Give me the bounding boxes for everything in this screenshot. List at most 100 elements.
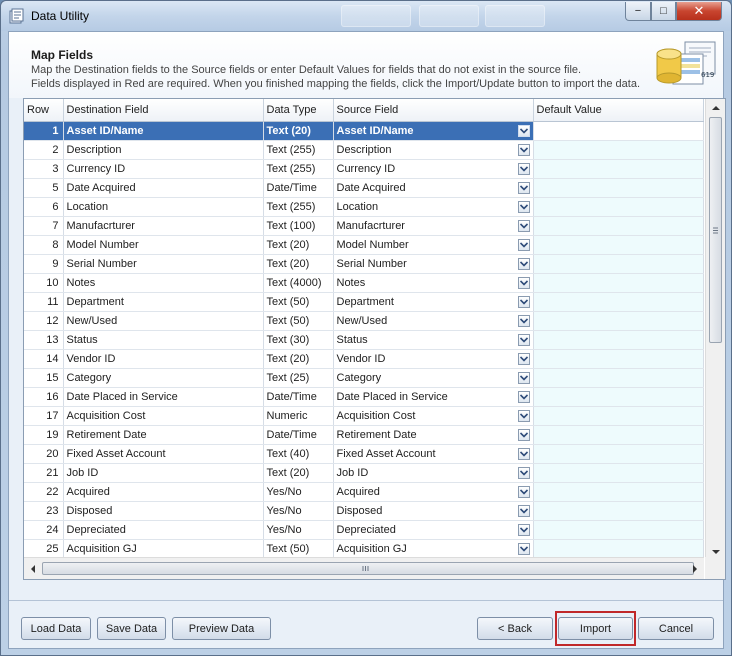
title-bar[interactable]: Data Utility − □ ✕ <box>1 1 731 31</box>
chevron-down-icon[interactable] <box>517 181 530 194</box>
close-button[interactable]: ✕ <box>676 2 722 21</box>
default-value-input[interactable] <box>533 311 704 331</box>
source-field-select[interactable]: Acquisition Cost <box>333 406 534 426</box>
table-row[interactable]: 25 Acquisition GJ Text (50) Acquisition GJ <box>24 539 704 559</box>
chevron-down-icon[interactable] <box>517 143 530 156</box>
default-value-input[interactable] <box>533 254 704 274</box>
default-value-input[interactable] <box>533 539 704 559</box>
chevron-down-icon[interactable] <box>517 276 530 289</box>
default-value-input[interactable] <box>533 159 704 179</box>
table-row[interactable]: 24 Depreciated Yes/No Depreciated <box>24 520 704 540</box>
chevron-down-icon[interactable] <box>517 447 530 460</box>
table-row[interactable]: 8 Model Number Text (20) Model Number <box>24 235 704 255</box>
default-value-input[interactable] <box>533 349 704 369</box>
table-row[interactable]: 10 Notes Text (4000) Notes <box>24 273 704 293</box>
horizontal-scroll-thumb[interactable] <box>42 562 694 575</box>
default-value-input[interactable] <box>533 425 704 445</box>
default-value-input[interactable] <box>533 330 704 350</box>
table-row[interactable]: 5 Date Acquired Date/Time Date Acquired <box>24 178 704 198</box>
table-row[interactable]: 6 Location Text (255) Location <box>24 197 704 217</box>
default-value-input[interactable] <box>533 121 704 141</box>
chevron-down-icon[interactable] <box>517 238 530 251</box>
chevron-down-icon[interactable] <box>517 466 530 479</box>
table-row[interactable]: 2 Description Text (255) Description <box>24 140 704 160</box>
column-header-source-field[interactable]: Source Field <box>333 99 534 122</box>
table-row[interactable]: 11 Department Text (50) Department <box>24 292 704 312</box>
chevron-down-icon[interactable] <box>517 542 530 555</box>
chevron-down-icon[interactable] <box>517 428 530 441</box>
default-value-input[interactable] <box>533 463 704 483</box>
source-field-select[interactable]: Serial Number <box>333 254 534 274</box>
source-field-select[interactable]: Status <box>333 330 534 350</box>
table-row[interactable]: 17 Acquisition Cost Numeric Acquisition Cos… <box>24 406 704 426</box>
table-row[interactable]: 23 Disposed Yes/No Disposed <box>24 501 704 521</box>
source-field-select[interactable]: Date Acquired <box>333 178 534 198</box>
source-field-select[interactable]: Asset ID/Name <box>333 121 534 141</box>
source-field-select[interactable]: Retirement Date <box>333 425 534 445</box>
default-value-input[interactable] <box>533 216 704 236</box>
chevron-down-icon[interactable] <box>517 504 530 517</box>
table-row[interactable]: 22 Acquired Yes/No Acquired <box>24 482 704 502</box>
source-field-select[interactable]: Category <box>333 368 534 388</box>
default-value-input[interactable] <box>533 406 704 426</box>
chevron-down-icon[interactable] <box>517 314 530 327</box>
default-value-input[interactable] <box>533 368 704 388</box>
chevron-down-icon[interactable] <box>517 219 530 232</box>
chevron-down-icon[interactable] <box>517 371 530 384</box>
horizontal-scrollbar[interactable] <box>24 557 704 579</box>
table-row[interactable]: 9 Serial Number Text (20) Serial Number <box>24 254 704 274</box>
chevron-down-icon[interactable] <box>517 295 530 308</box>
table-row[interactable]: 21 Job ID Text (20) Job ID <box>24 463 704 483</box>
table-row[interactable]: 15 Category Text (25) Category <box>24 368 704 388</box>
scroll-down-icon[interactable] <box>710 547 722 557</box>
table-row[interactable]: 12 New/Used Text (50) New/Used <box>24 311 704 331</box>
default-value-input[interactable] <box>533 197 704 217</box>
default-value-input[interactable] <box>533 140 704 160</box>
default-value-input[interactable] <box>533 520 704 540</box>
source-field-select[interactable]: Manufacrturer <box>333 216 534 236</box>
column-header-data-type[interactable]: Data Type <box>263 99 334 122</box>
default-value-input[interactable] <box>533 178 704 198</box>
scroll-left-icon[interactable] <box>28 563 38 575</box>
column-header-row[interactable]: Row <box>24 99 64 122</box>
preview-data-button[interactable]: Preview Data <box>172 617 271 640</box>
table-row[interactable]: 19 Retirement Date Date/Time Retirement Dat… <box>24 425 704 445</box>
chevron-down-icon[interactable] <box>517 200 530 213</box>
chevron-down-icon[interactable] <box>517 523 530 536</box>
scroll-right-icon[interactable] <box>690 563 700 575</box>
chevron-down-icon[interactable] <box>517 409 530 422</box>
table-row[interactable]: 14 Vendor ID Text (20) Vendor ID <box>24 349 704 369</box>
source-field-select[interactable]: New/Used <box>333 311 534 331</box>
chevron-down-icon[interactable] <box>517 257 530 270</box>
default-value-input[interactable] <box>533 482 704 502</box>
default-value-input[interactable] <box>533 501 704 521</box>
field-mapping-grid[interactable]: Row Destination Field Data Type Source F… <box>23 98 726 580</box>
source-field-select[interactable]: Fixed Asset Account <box>333 444 534 464</box>
source-field-select[interactable]: Acquisition GJ <box>333 539 534 559</box>
chevron-down-icon[interactable] <box>517 124 530 137</box>
vertical-scrollbar[interactable] <box>705 99 725 579</box>
default-value-input[interactable] <box>533 292 704 312</box>
column-header-default-value[interactable]: Default Value <box>533 99 704 122</box>
source-field-select[interactable]: Vendor ID <box>333 349 534 369</box>
source-field-select[interactable]: Depreciated <box>333 520 534 540</box>
table-row[interactable]: 13 Status Text (30) Status <box>24 330 704 350</box>
vertical-scroll-thumb[interactable] <box>709 117 722 343</box>
source-field-select[interactable]: Department <box>333 292 534 312</box>
table-row[interactable]: 3 Currency ID Text (255) Currency ID <box>24 159 704 179</box>
source-field-select[interactable]: Model Number <box>333 235 534 255</box>
source-field-select[interactable]: Date Placed in Service <box>333 387 534 407</box>
source-field-select[interactable]: Acquired <box>333 482 534 502</box>
chevron-down-icon[interactable] <box>517 352 530 365</box>
source-field-select[interactable]: Disposed <box>333 501 534 521</box>
minimize-button[interactable]: − <box>625 2 651 21</box>
chevron-down-icon[interactable] <box>517 485 530 498</box>
default-value-input[interactable] <box>533 387 704 407</box>
default-value-input[interactable] <box>533 235 704 255</box>
default-value-input[interactable] <box>533 273 704 293</box>
table-row[interactable]: 1 Asset ID/Name Text (20) Asset ID/Name <box>24 121 704 141</box>
import-button[interactable]: Import <box>558 617 633 640</box>
chevron-down-icon[interactable] <box>517 390 530 403</box>
chevron-down-icon[interactable] <box>517 333 530 346</box>
source-field-select[interactable]: Currency ID <box>333 159 534 179</box>
